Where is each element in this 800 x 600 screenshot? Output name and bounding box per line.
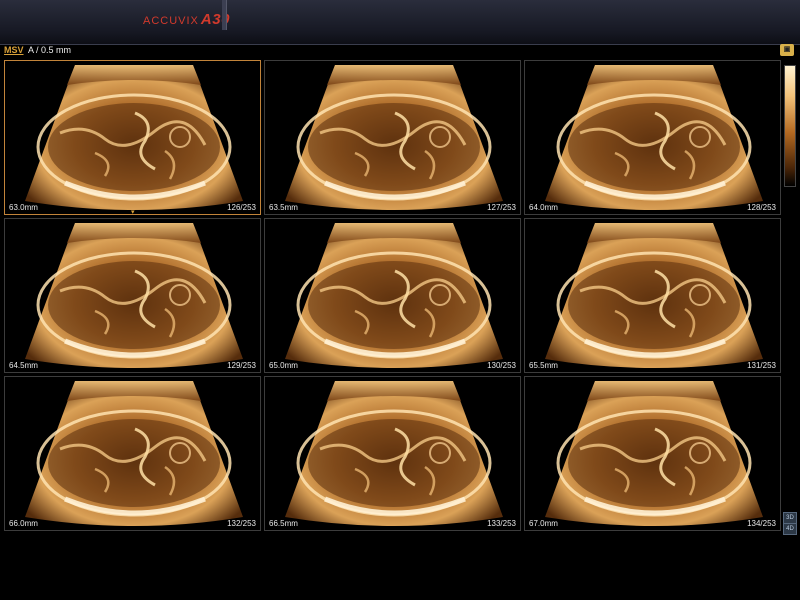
slice-frame-label: 129/253 bbox=[227, 361, 256, 370]
slice-pane[interactable]: 63.0mm 126/253 ▾ bbox=[4, 60, 261, 215]
ultrasound-image bbox=[25, 223, 243, 368]
slice-frame-label: 130/253 bbox=[487, 361, 516, 370]
ultrasound-image bbox=[545, 223, 763, 368]
slice-depth-label: 65.5mm bbox=[529, 361, 558, 370]
slice-frame-label: 126/253 bbox=[227, 203, 256, 212]
slice-depth-label: 63.5mm bbox=[269, 203, 298, 212]
slice-pane[interactable]: 67.0mm 134/253 bbox=[524, 376, 781, 531]
slice-pane[interactable]: 65.0mm 130/253 bbox=[264, 218, 521, 373]
slice-depth-label: 64.0mm bbox=[529, 203, 558, 212]
slice-frame-label: 131/253 bbox=[747, 361, 776, 370]
slice-frame-label: 132/253 bbox=[227, 519, 256, 528]
ultrasound-image bbox=[545, 65, 763, 210]
slice-pane[interactable]: 64.5mm 129/253 bbox=[4, 218, 261, 373]
slice-frame-label: 133/253 bbox=[487, 519, 516, 528]
ultrasound-image bbox=[25, 381, 243, 526]
msv-mode-label[interactable]: MSV bbox=[4, 45, 24, 55]
slice-position-marker: ▾ bbox=[131, 209, 135, 215]
ultrasound-image bbox=[285, 381, 503, 526]
3d-render-icon[interactable]: ▣ bbox=[780, 44, 794, 56]
header-divider bbox=[222, 0, 227, 30]
brand-logo: ACCUVIX A30 bbox=[143, 11, 230, 33]
slice-pane[interactable]: 65.5mm 131/253 bbox=[524, 218, 781, 373]
slice-frame-label: 127/253 bbox=[487, 203, 516, 212]
slice-depth-label: 66.0mm bbox=[9, 519, 38, 528]
slice-pane[interactable]: 66.5mm 133/253 bbox=[264, 376, 521, 531]
slice-depth-label: 63.0mm bbox=[9, 203, 38, 212]
ultrasound-image bbox=[545, 381, 763, 526]
slice-spacing-label: A / 0.5 mm bbox=[28, 45, 72, 55]
slice-pane[interactable]: 64.0mm 128/253 bbox=[524, 60, 781, 215]
top-bar: ACCUVIX A30 bbox=[0, 0, 800, 45]
ultrasound-image bbox=[25, 65, 243, 210]
slice-frame-label: 134/253 bbox=[747, 519, 776, 528]
slice-pane[interactable]: 63.5mm 127/253 bbox=[264, 60, 521, 215]
slice-pane[interactable]: 66.0mm 132/253 bbox=[4, 376, 261, 531]
gray-map-colorbar bbox=[784, 65, 796, 187]
ultrasound-image bbox=[285, 65, 503, 210]
slice-frame-label: 128/253 bbox=[747, 203, 776, 212]
ultrasound-image bbox=[285, 223, 503, 368]
slice-depth-label: 67.0mm bbox=[529, 519, 558, 528]
slice-depth-label: 65.0mm bbox=[269, 361, 298, 370]
slice-depth-label: 66.5mm bbox=[269, 519, 298, 528]
4d-icon[interactable]: 4D bbox=[783, 523, 797, 535]
slice-grid: 63.0mm 126/253 ▾ 63.5mm 127/253 64.0mm 1… bbox=[4, 60, 782, 532]
slice-depth-label: 64.5mm bbox=[9, 361, 38, 370]
brand-name: ACCUVIX bbox=[143, 15, 199, 27]
